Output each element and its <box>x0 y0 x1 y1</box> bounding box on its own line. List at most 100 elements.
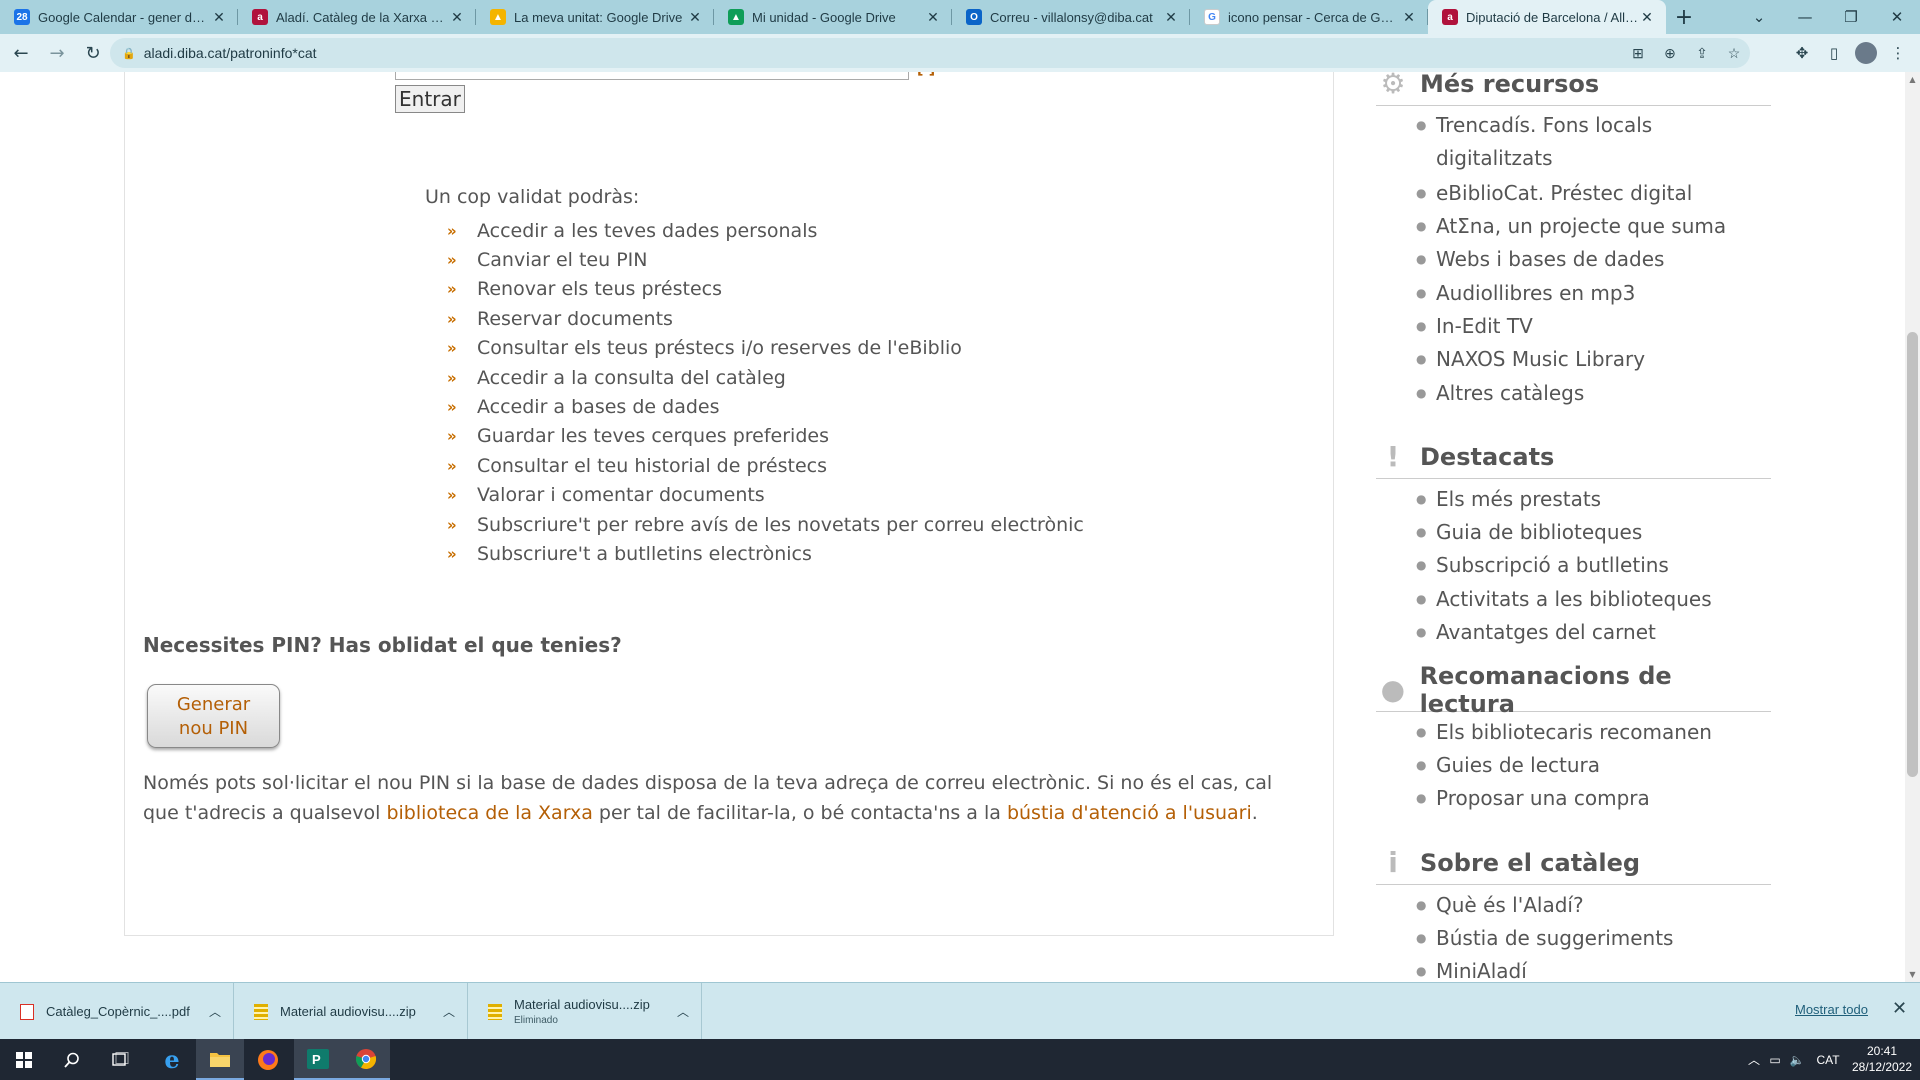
double-chevron-right-icon: » <box>447 486 457 505</box>
back-button[interactable]: ← <box>6 38 36 68</box>
bullet-icon: ● <box>1416 385 1427 400</box>
tray-chevron-up-icon[interactable]: ︿ <box>1744 1051 1764 1068</box>
browser-toolbar: ← → ↻ 🔒 aladi.diba.cat/patroninfo*cat ⊞ … <box>0 34 1920 72</box>
maximize-button[interactable]: ❐ <box>1828 0 1874 34</box>
user-mailbox-link[interactable]: bústia d'atenció a l'usuari <box>1007 802 1252 824</box>
sidebar-link[interactable]: ● eBiblioCat. Préstec digital <box>1376 176 1771 209</box>
browser-tab[interactable]: a Diputació de Barcelona / All Locations✕ <box>1428 0 1666 34</box>
tab-close-icon[interactable]: ✕ <box>1400 9 1418 26</box>
publisher-icon[interactable]: P <box>294 1039 342 1080</box>
windows-start-icon[interactable] <box>0 1039 48 1080</box>
reload-button[interactable]: ↻ <box>78 38 108 68</box>
scrollbar-thumb[interactable] <box>1907 332 1918 777</box>
pdf-file-icon <box>20 1003 34 1020</box>
network-icon[interactable]: ▭ <box>1764 1053 1786 1067</box>
benefits-intro: Un cop validat podràs: <box>425 186 640 208</box>
download-item[interactable]: Catàleg_Copèrnic_....pdf ︿ <box>0 983 234 1040</box>
volume-icon[interactable]: 🔈 <box>1786 1053 1808 1067</box>
page-scrollbar[interactable]: ▲ ▼ <box>1905 72 1920 982</box>
pin-input[interactable] <box>395 72 909 80</box>
close-download-bar-icon[interactable]: ✕ <box>1892 998 1907 1019</box>
download-item[interactable]: Material audiovisu....zip ︿ <box>234 983 468 1040</box>
sidebar-link[interactable]: ● NAXOS Music Library <box>1376 343 1771 376</box>
browser-tab[interactable]: 28 Google Calendar - gener de 2023✕ <box>0 0 238 34</box>
bookmark-star-icon[interactable]: ☆ <box>1718 45 1750 62</box>
forward-button[interactable]: → <box>42 38 72 68</box>
tab-favicon-icon: ▲ <box>728 9 744 25</box>
generate-pin-button[interactable]: Generar nou PIN <box>147 684 280 748</box>
menu-kebab-icon[interactable]: ⋮ <box>1882 44 1914 62</box>
translate-icon[interactable]: ⊞ <box>1622 45 1654 62</box>
sidebar-link[interactable]: ● Trencadís. Fons locals digitalitzats <box>1376 109 1771 176</box>
browser-tab[interactable]: ▲ La meva unitat: Google Drive ✕ <box>476 0 714 34</box>
browser-tab[interactable]: ▲ Mi unidad - Google Drive ✕ <box>714 0 952 34</box>
profile-avatar[interactable] <box>1855 42 1877 64</box>
tab-close-icon[interactable]: ✕ <box>210 9 228 26</box>
sidebar-link[interactable]: ● Webs i bases de dades <box>1376 243 1771 276</box>
close-window-button[interactable]: ✕ <box>1874 0 1920 34</box>
double-chevron-right-icon: » <box>447 251 457 270</box>
tab-close-icon[interactable]: ✕ <box>1638 9 1656 26</box>
tab-title: Google Calendar - gener de 2023 <box>38 9 210 25</box>
exclamation-icon: ! <box>1386 440 1400 473</box>
minimize-button[interactable]: — <box>1782 0 1828 34</box>
sidebar-link[interactable]: ● Els més prestats <box>1376 482 1771 515</box>
task-view-icon[interactable] <box>96 1039 144 1080</box>
chevron-up-icon[interactable]: ︿ <box>209 1003 221 1020</box>
bullet-icon: ● <box>1416 319 1427 334</box>
sidebar-link-text: Proposar una compra <box>1436 786 1650 811</box>
benefit-text: Consultar els teus préstecs i/o reserves… <box>477 337 962 360</box>
bullet-icon: ● <box>1416 591 1427 606</box>
internet-explorer-icon[interactable]: e <box>148 1039 196 1080</box>
new-tab-button[interactable]: + <box>1666 0 1702 34</box>
scroll-down-arrow-icon[interactable]: ▼ <box>1905 970 1920 979</box>
library-network-link[interactable]: biblioteca de la Xarxa <box>386 802 592 824</box>
sidebar-link[interactable]: ● Audiollibres en mp3 <box>1376 276 1771 309</box>
benefit-text: Subscriure't a butlletins electrònics <box>477 542 812 565</box>
benefit-text: Canviar el teu PIN <box>477 249 648 272</box>
download-status: Eliminado <box>514 1015 558 1026</box>
address-bar[interactable]: 🔒 aladi.diba.cat/patroninfo*cat ⊞ ⊕ ⇪ ☆ <box>110 38 1750 68</box>
sidebar-link-text: Guies de lectura <box>1436 753 1601 778</box>
sidebar-link[interactable]: ● Avantatges del carnet <box>1376 616 1771 649</box>
bullet-icon: ● <box>1416 758 1427 773</box>
search-icon[interactable] <box>48 1039 96 1080</box>
sidebar-link[interactable]: ● Activitats a les biblioteques <box>1376 582 1771 615</box>
tab-close-icon[interactable]: ✕ <box>686 9 704 26</box>
chrome-icon[interactable] <box>342 1039 390 1080</box>
sidebar-link[interactable]: ● In-Edit TV <box>1376 309 1771 342</box>
browser-tab[interactable]: Gicono pensar - Cerca de Google ✕ <box>1190 0 1428 34</box>
entrar-button[interactable]: Entrar <box>395 85 465 113</box>
sidebar-link[interactable]: ● MiniAladí <box>1376 955 1771 982</box>
sidebar-link[interactable]: ● Bústia de suggeriments <box>1376 921 1771 954</box>
chevron-up-icon[interactable]: ︿ <box>443 1003 455 1020</box>
sidebar-link[interactable]: ● Guia de biblioteques <box>1376 515 1771 548</box>
share-icon[interactable]: ⇪ <box>1686 45 1718 62</box>
tab-search-icon[interactable]: ⌄ <box>1736 0 1782 34</box>
firefox-icon[interactable] <box>244 1039 292 1080</box>
extensions-puzzle-icon[interactable]: ✥ <box>1786 44 1818 62</box>
download-item[interactable]: Material audiovisu....zip Eliminado ︿ <box>468 983 702 1040</box>
tab-close-icon[interactable]: ✕ <box>448 9 466 26</box>
bullet-icon: ● <box>1416 285 1427 300</box>
sidebar-link[interactable]: ● Guies de lectura <box>1376 748 1771 781</box>
scroll-up-arrow-icon[interactable]: ▲ <box>1905 75 1920 84</box>
sidebar-link[interactable]: ● Què és l'Aladí? <box>1376 888 1771 921</box>
sidebar-section: ! Destacats ● Els més prestats ● Guia de bibl… <box>1376 435 1771 649</box>
chevron-up-icon[interactable]: ︿ <box>677 1003 689 1020</box>
sidebar-link[interactable]: ● AtΣna, un projecte que suma <box>1376 209 1771 242</box>
tab-close-icon[interactable]: ✕ <box>924 9 942 26</box>
show-all-downloads-link[interactable]: Mostrar todo <box>1795 1002 1868 1017</box>
side-panel-icon[interactable]: ▯ <box>1818 44 1850 62</box>
sidebar-link[interactable]: ● Subscripció a butlletins <box>1376 549 1771 582</box>
taskbar-clock[interactable]: 20:41 28/12/2022 <box>1850 1043 1914 1075</box>
sidebar-link[interactable]: ● Proposar una compra <box>1376 782 1771 815</box>
language-indicator[interactable]: CAT <box>1808 1053 1848 1067</box>
zoom-icon[interactable]: ⊕ <box>1654 45 1686 62</box>
browser-tab[interactable]: a Aladí. Catàleg de la Xarxa de Biblioteq… <box>238 0 476 34</box>
sidebar-link[interactable]: ● Altres catàlegs <box>1376 376 1771 409</box>
tab-close-icon[interactable]: ✕ <box>1162 9 1180 26</box>
browser-tab[interactable]: O Correu - villalonsy@diba.cat ✕ <box>952 0 1190 34</box>
file-explorer-icon[interactable] <box>196 1039 244 1080</box>
sidebar-link[interactable]: ● Els bibliotecaris recomanen <box>1376 715 1771 748</box>
